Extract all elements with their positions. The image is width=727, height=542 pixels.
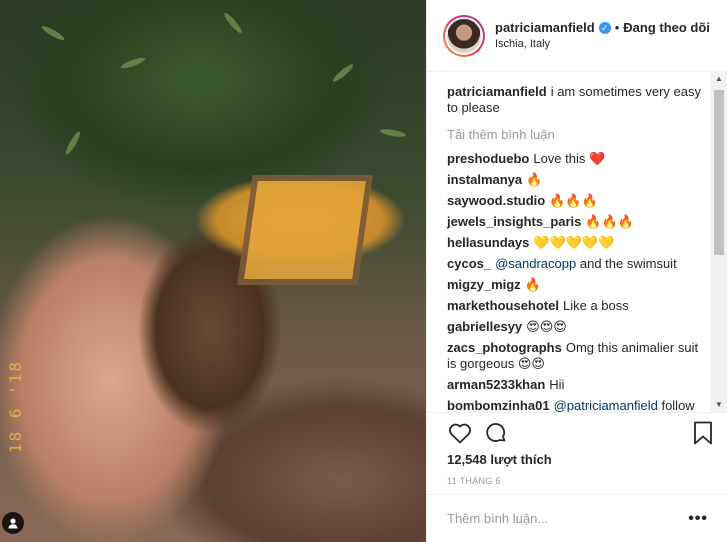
comment-row: markethousehotel Like a boss	[447, 298, 712, 314]
comment-author[interactable]: cycos_	[447, 256, 491, 271]
header-username[interactable]: patriciamanfield	[495, 20, 595, 36]
header-separator: •	[614, 19, 620, 35]
comment-text: 🔥🔥🔥	[549, 193, 598, 208]
leaf-shape	[222, 11, 244, 35]
comment-author[interactable]: saywood.studio	[447, 193, 545, 208]
scroll-up-arrow-icon[interactable]: ▲	[711, 72, 727, 86]
comment-text: and the swimsuit	[579, 256, 677, 271]
comments-list[interactable]: patriciamanfield i am sometimes very easy…	[427, 72, 727, 412]
comment-row: arman5233khan Hii	[447, 377, 712, 393]
comment-text: Hii	[549, 377, 565, 392]
scroll-down-arrow-icon[interactable]: ▼	[711, 398, 727, 412]
comment-author[interactable]: preshoduebo	[447, 151, 529, 166]
bookmark-icon[interactable]	[690, 420, 716, 446]
scrollbar-thumb[interactable]	[714, 90, 724, 255]
comment-text: follow	[661, 398, 695, 412]
comment-row: instalmanya 🔥	[447, 172, 712, 188]
comment-row: jewels_insights_paris 🔥🔥🔥	[447, 214, 712, 230]
photo-date-stamp: 18 6 '18	[6, 360, 25, 454]
post-timestamp: 11 THÁNG 6	[447, 476, 501, 486]
comment-author[interactable]: markethousehotel	[447, 298, 559, 313]
leaf-shape	[119, 55, 147, 71]
following-button[interactable]: Đang theo dõi	[623, 20, 710, 36]
comment-author[interactable]: migzy_migz	[447, 277, 521, 292]
comment-author[interactable]: zacs_photographs	[447, 340, 562, 355]
verified-badge-icon: ✓	[598, 21, 611, 34]
comment-text: 😍😍😍	[526, 319, 567, 334]
comment-text: 🔥	[524, 277, 541, 292]
comment-row: hellasundays 💛💛💛💛💛	[447, 235, 712, 251]
comment-text: Love this ❤️	[533, 151, 606, 166]
post-photo[interactable]: 18 6 '18	[0, 0, 426, 542]
caption: patriciamanfield i am sometimes very easy…	[447, 84, 712, 116]
add-comment-section: •••	[427, 494, 727, 542]
load-more-comments-button[interactable]: Tải thêm bình luận	[447, 127, 712, 142]
comment-author[interactable]: jewels_insights_paris	[447, 214, 581, 229]
comment-mention[interactable]: @sandracopp	[495, 256, 576, 271]
more-options-icon[interactable]: •••	[688, 510, 708, 528]
comment-author[interactable]: instalmanya	[447, 172, 522, 187]
comment-text: 🔥	[526, 172, 543, 187]
user-tag-icon[interactable]	[2, 512, 24, 534]
comment-row: preshoduebo Love this ❤️	[447, 151, 712, 167]
likes-count[interactable]: 12,548 lượt thích	[447, 452, 552, 467]
leaf-shape	[40, 23, 66, 43]
comment-author[interactable]: gabriellesyy	[447, 319, 522, 334]
post-header: patriciamanfield ✓ • Đang theo dõi Ischi…	[427, 0, 727, 72]
avatar[interactable]	[443, 14, 485, 57]
comment-text: Like a boss	[562, 298, 629, 313]
comments-scrollbar[interactable]: ▲ ▼	[711, 72, 727, 412]
leaf-shape	[379, 127, 407, 139]
action-bar	[427, 412, 727, 452]
comment-row: saywood.studio 🔥🔥🔥	[447, 193, 712, 209]
comment-row: bombomzinha01 @patriciamanfield follow	[447, 398, 712, 412]
location-link[interactable]: Ischia, Italy	[495, 36, 710, 52]
caption-author[interactable]: patriciamanfield	[447, 84, 547, 99]
comment-author[interactable]: hellasundays	[447, 235, 529, 250]
comment-text: 💛💛💛💛💛	[533, 235, 615, 250]
heart-icon[interactable]	[447, 420, 473, 446]
leaf-shape	[331, 62, 355, 84]
comment-mention[interactable]: @patriciamanfield	[554, 398, 658, 412]
comment-author[interactable]: arman5233khan	[447, 377, 545, 392]
comment-row: zacs_photographs Omg this animalier suit …	[447, 340, 712, 372]
comment-author[interactable]: bombomzinha01	[447, 398, 550, 412]
comment-row: gabriellesyy 😍😍😍	[447, 319, 712, 335]
post-side-panel: patriciamanfield ✓ • Đang theo dõi Ischi…	[426, 0, 727, 542]
comment-text: 🔥🔥🔥	[585, 214, 634, 229]
comment-input[interactable]	[447, 511, 689, 526]
leaf-shape	[63, 130, 83, 156]
comment-row: cycos_ @sandracopp and the swimsuit	[447, 256, 712, 272]
comment-icon[interactable]	[483, 420, 509, 446]
comment-row: migzy_migz 🔥	[447, 277, 712, 293]
deck-chair	[237, 175, 373, 285]
